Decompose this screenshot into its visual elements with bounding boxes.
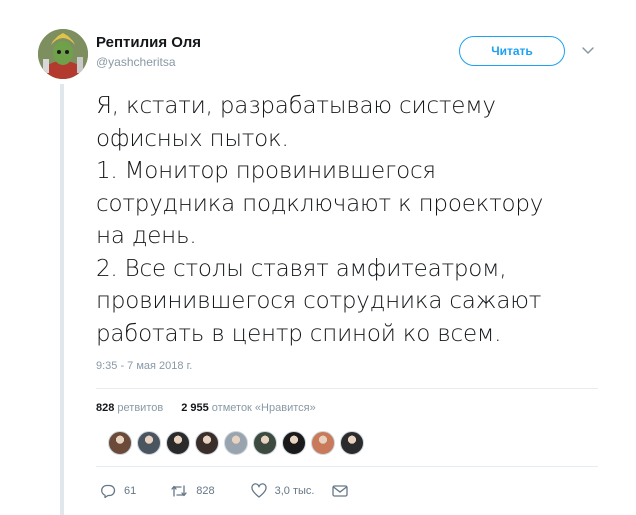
liker-avatar[interactable]: [311, 431, 335, 455]
tweet-timestamp[interactable]: 9:35 - 7 мая 2018 г.: [96, 360, 192, 372]
avatar[interactable]: [38, 29, 88, 79]
liker-avatars: [108, 431, 364, 455]
liker-avatar[interactable]: [166, 431, 190, 455]
liker-avatar[interactable]: [137, 431, 161, 455]
retweets-label: ретвитов: [117, 402, 164, 414]
like-action[interactable]: 3,0 тыс.: [250, 483, 315, 499]
author-name[interactable]: Рептилия Оля: [96, 34, 201, 51]
thread-line: [60, 84, 64, 515]
retweet-action[interactable]: 828: [170, 483, 215, 499]
liker-avatar[interactable]: [224, 431, 248, 455]
likes-count: 2 955: [181, 402, 209, 414]
liker-avatar[interactable]: [253, 431, 277, 455]
likes-stat[interactable]: 2 955 отметок «Нравится»: [181, 402, 316, 414]
like-count: 3,0 тыс.: [274, 485, 315, 497]
envelope-icon: [332, 485, 349, 497]
reply-icon: [101, 484, 116, 499]
tweet-text: Я, кстати, разрабатываю систему офисных …: [96, 93, 544, 347]
direct-message-action[interactable]: [332, 484, 349, 498]
retweets-count: 828: [96, 402, 115, 414]
action-bar: 61 828 3,0 тыс.: [100, 483, 349, 499]
liker-avatar[interactable]: [108, 431, 132, 455]
reply-action[interactable]: 61: [100, 483, 136, 499]
more-options-chevron-icon[interactable]: [578, 41, 598, 61]
liker-avatar[interactable]: [340, 431, 364, 455]
reply-count: 61: [124, 485, 137, 497]
liker-avatar[interactable]: [282, 431, 306, 455]
liker-avatar[interactable]: [195, 431, 219, 455]
follow-button[interactable]: Читать: [459, 36, 565, 66]
divider-bottom: [96, 466, 598, 467]
heart-icon: [250, 483, 267, 498]
author-handle[interactable]: @yashcheritsa: [96, 55, 176, 69]
divider-top: [96, 388, 598, 389]
tweet-stats: 828 ретвитов 2 955 отметок «Нравится»: [96, 402, 316, 414]
avatar-image: [38, 29, 88, 79]
retweet-count: 828: [196, 485, 215, 497]
retweet-icon: [171, 485, 187, 497]
retweets-stat[interactable]: 828 ретвитов: [96, 402, 163, 414]
likes-label: отметок «Нравится»: [211, 402, 316, 414]
